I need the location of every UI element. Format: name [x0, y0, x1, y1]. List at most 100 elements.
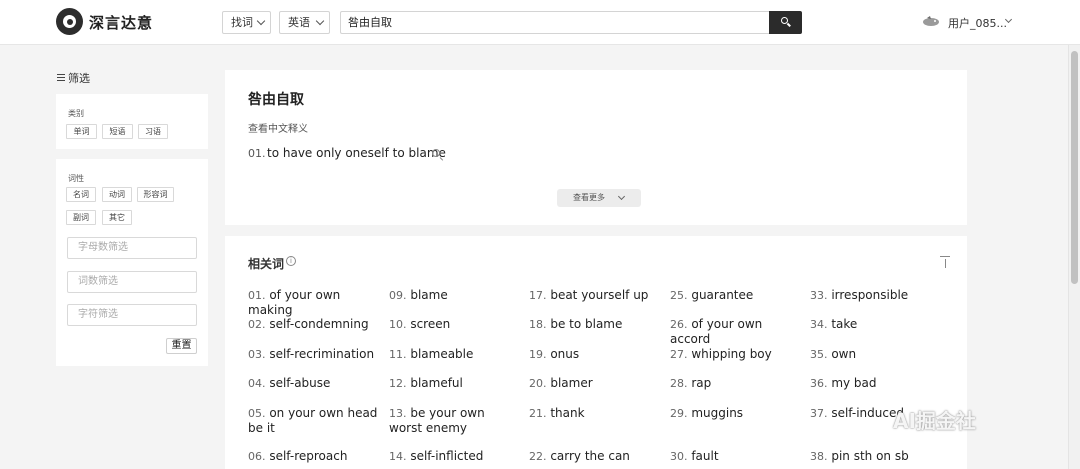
info-icon[interactable]: i — [286, 256, 296, 266]
related-word-text[interactable]: on your own head be it — [248, 406, 377, 435]
logo-icon[interactable] — [56, 8, 83, 35]
related-word-number: 02. — [248, 318, 266, 331]
tag-noun[interactable]: 名词 — [66, 187, 96, 202]
avatar[interactable] — [922, 15, 940, 27]
related-word-item[interactable]: 02. self-condemning — [248, 317, 386, 332]
tag-verb[interactable]: 动词 — [102, 187, 132, 202]
related-word-text[interactable]: blameful — [410, 376, 463, 390]
see-chinese-definition-link[interactable]: 查看中文释义 — [248, 120, 308, 135]
related-word-text[interactable]: rap — [691, 376, 711, 390]
related-word-text[interactable]: self-condemning — [269, 317, 368, 331]
related-word-number: 05. — [248, 407, 266, 420]
related-word-text[interactable]: fault — [691, 449, 718, 463]
related-word-number: 38. — [810, 450, 828, 463]
related-word-number: 25. — [670, 289, 688, 302]
related-word-text[interactable]: thank — [550, 406, 584, 420]
chevron-down-icon — [315, 16, 325, 26]
related-word-text[interactable]: screen — [410, 317, 450, 331]
related-word-item[interactable]: 04. self-abuse — [248, 376, 386, 391]
username[interactable]: 用户_085... — [948, 15, 1007, 31]
related-word-item[interactable]: 38. pin sth on sb — [810, 449, 940, 464]
related-word-item[interactable]: 01. of your own making — [248, 288, 386, 318]
related-word-item[interactable]: 10. screen — [389, 317, 517, 332]
tag-phrase[interactable]: 短语 — [102, 124, 133, 139]
related-word-item[interactable]: 26. of your own accord — [670, 317, 798, 347]
related-word-item[interactable]: 14. self-inflicted — [389, 449, 517, 464]
reset-button[interactable]: 重置 — [166, 338, 197, 354]
related-word-text[interactable]: carry the can — [550, 449, 630, 463]
char-filter-input[interactable]: 字符筛选 — [67, 304, 197, 326]
related-word-number: 30. — [670, 450, 688, 463]
related-word-text[interactable]: pin sth on sb — [831, 449, 908, 463]
related-word-text[interactable]: own — [831, 347, 856, 361]
tag-word[interactable]: 单词 — [66, 124, 97, 139]
related-word-number: 33. — [810, 289, 828, 302]
related-word-item[interactable]: 19. onus — [529, 347, 657, 362]
related-word-item[interactable]: 12. blameful — [389, 376, 517, 391]
chevron-down-icon — [256, 16, 266, 26]
related-word-text[interactable]: blame — [410, 288, 447, 302]
related-word-item[interactable]: 13. be your own worst enemy — [389, 406, 517, 436]
related-word-item[interactable]: 20. blamer — [529, 376, 657, 391]
related-word-number: 19. — [529, 348, 547, 361]
related-word-item[interactable]: 33. irresponsible — [810, 288, 940, 303]
scrollbar-thumb[interactable] — [1071, 51, 1078, 284]
related-word-item[interactable]: 03. self-recrimination — [248, 347, 386, 362]
search-button[interactable] — [769, 11, 802, 34]
related-word-item[interactable]: 29. muggins — [670, 406, 798, 421]
related-word-item[interactable]: 35. own — [810, 347, 940, 362]
list-icon — [57, 74, 65, 81]
related-word-item[interactable]: 28. rap — [670, 376, 798, 391]
word-count-filter-input[interactable]: 词数筛选 — [67, 271, 197, 293]
related-word-number: 36. — [810, 377, 828, 390]
tag-idiom[interactable]: 习语 — [138, 124, 168, 139]
related-word-text[interactable]: take — [831, 317, 857, 331]
related-word-item[interactable]: 27. whipping boy — [670, 347, 798, 362]
related-word-number: 01. — [248, 289, 266, 302]
related-word-item[interactable]: 34. take — [810, 317, 940, 332]
related-word-item[interactable]: 18. be to blame — [529, 317, 657, 332]
related-word-text[interactable]: blamer — [550, 376, 592, 390]
related-word-item[interactable]: 36. my bad — [810, 376, 940, 391]
related-word-text[interactable]: blameable — [410, 347, 473, 361]
brand-name[interactable]: 深言达意 — [89, 12, 153, 33]
related-word-text[interactable]: onus — [550, 347, 579, 361]
related-word-item[interactable]: 06. self-reproach — [248, 449, 386, 464]
related-word-text[interactable]: whipping boy — [691, 347, 771, 361]
related-word-text[interactable]: irresponsible — [831, 288, 908, 302]
tag-adverb[interactable]: 副词 — [66, 210, 96, 225]
related-word-item[interactable]: 25. guarantee — [670, 288, 798, 303]
search-icon[interactable] — [432, 149, 440, 157]
related-word-item[interactable]: 22. carry the can — [529, 449, 657, 464]
related-word-text[interactable]: self-abuse — [269, 376, 330, 390]
related-word-item[interactable]: 09. blame — [389, 288, 517, 303]
related-word-text[interactable]: beat yourself up — [550, 288, 648, 302]
search-input[interactable]: 咎由自取 — [340, 11, 770, 34]
related-word-number: 13. — [389, 407, 407, 420]
related-word-text[interactable]: my bad — [831, 376, 876, 390]
related-word-text[interactable]: be to blame — [550, 317, 622, 331]
related-word-item[interactable]: 21. thank — [529, 406, 657, 421]
related-word-text[interactable]: self-inflicted — [410, 449, 483, 463]
related-word-text[interactable]: muggins — [691, 406, 743, 420]
tag-other[interactable]: 其它 — [102, 210, 132, 225]
related-words-heading: 相关词 — [248, 257, 285, 271]
related-word-number: 35. — [810, 348, 828, 361]
mode-select[interactable]: 找词 — [222, 11, 271, 34]
related-word-number: 27. — [670, 348, 688, 361]
related-word-number: 22. — [529, 450, 547, 463]
related-word-item[interactable]: 05. on your own head be it — [248, 406, 386, 436]
language-select[interactable]: 英语 — [279, 11, 330, 34]
related-word-item[interactable]: 30. fault — [670, 449, 798, 464]
related-word-text[interactable]: guarantee — [691, 288, 753, 302]
back-to-top-icon[interactable] — [940, 256, 950, 268]
related-word-text[interactable]: self-recrimination — [269, 347, 374, 361]
tag-adjective[interactable]: 形容词 — [137, 187, 174, 202]
related-word-text[interactable]: self-reproach — [269, 449, 347, 463]
page-scrollbar[interactable] — [1068, 45, 1080, 469]
letter-count-filter-input[interactable]: 字母数筛选 — [67, 237, 197, 259]
related-word-item[interactable]: 17. beat yourself up — [529, 288, 657, 303]
related-word-item[interactable]: 11. blameable — [389, 347, 517, 362]
see-more-button[interactable]: 查看更多 — [557, 189, 641, 207]
related-word-number: 09. — [389, 289, 407, 302]
